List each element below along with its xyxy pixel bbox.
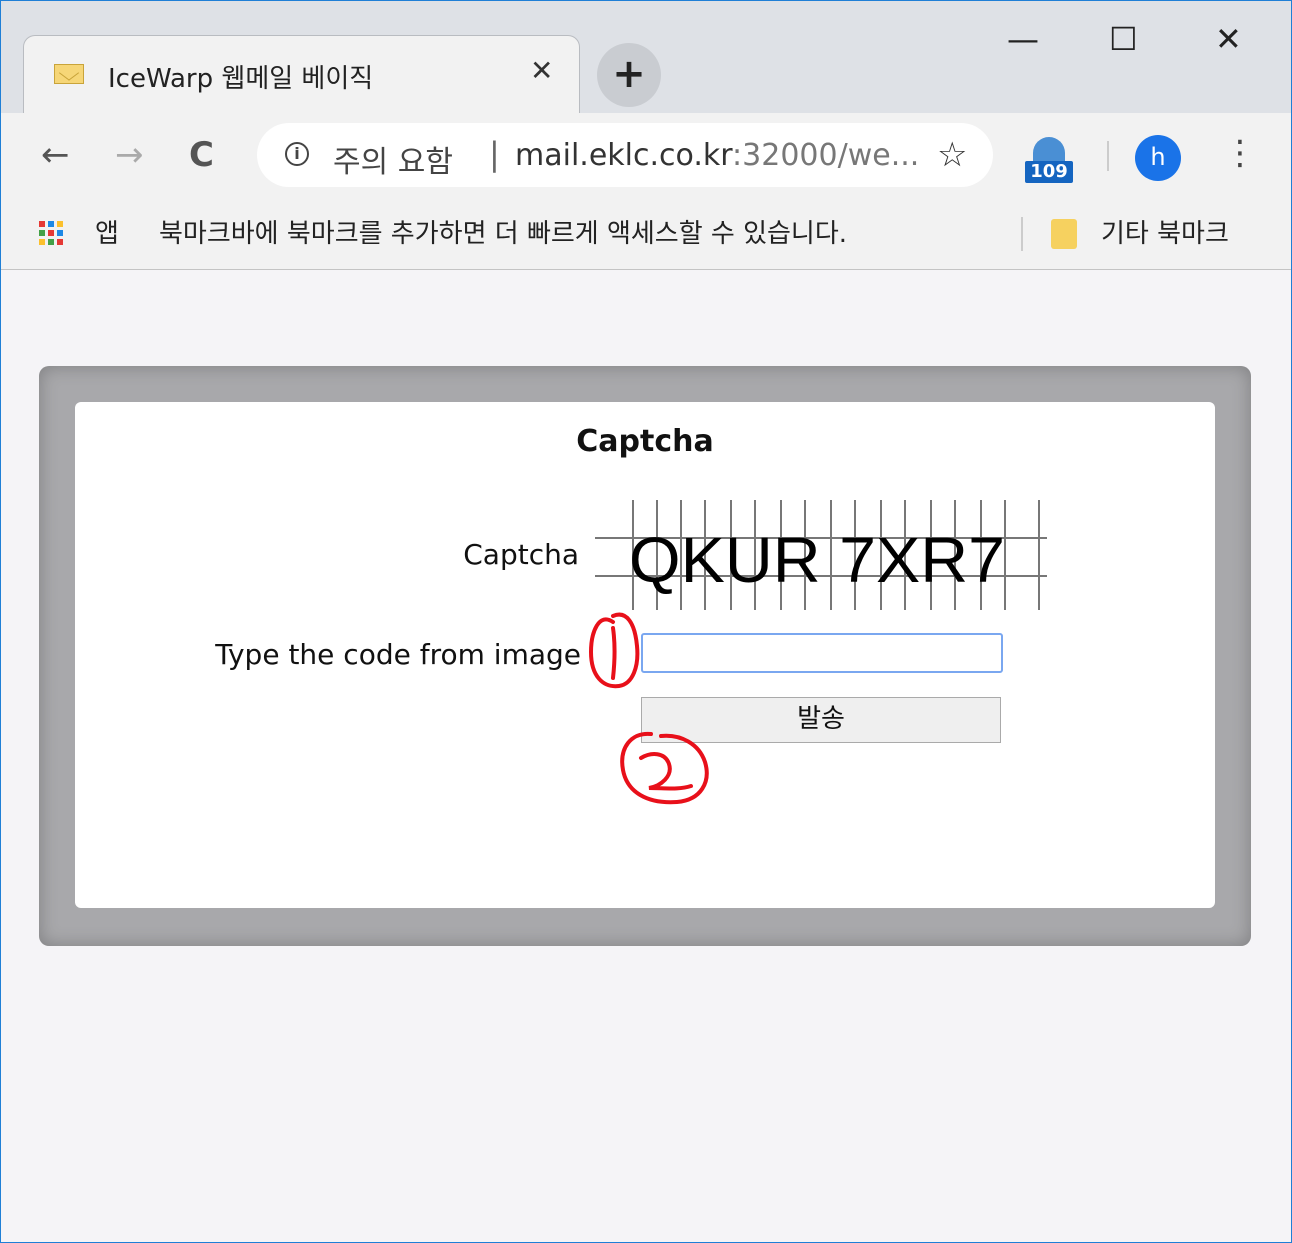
apps-shortcut[interactable]: 앱 — [95, 213, 119, 250]
close-window-icon[interactable]: ✕ — [1215, 19, 1242, 59]
folder-icon — [1051, 219, 1077, 249]
address-bar[interactable]: i 주의 요함 | mail.eklc.co.kr:32000/we... ☆ — [257, 123, 993, 187]
toolbar-divider — [1107, 141, 1109, 171]
url-text[interactable]: mail.eklc.co.kr:32000/we... — [515, 138, 919, 173]
captcha-card: Captcha Captcha QKUR 7XR7 Type the code … — [75, 402, 1215, 908]
reload-icon[interactable]: C — [189, 133, 214, 177]
other-bookmarks[interactable]: 기타 북마크 — [1101, 213, 1229, 250]
active-tab[interactable]: IceWarp 웹메일 베이직 ✕ — [23, 35, 580, 116]
maximize-icon[interactable]: ☐ — [1109, 19, 1138, 59]
title-bar: IceWarp 웹메일 베이직 ✕ + — ☐ ✕ — [1, 1, 1291, 116]
apps-grid-icon[interactable] — [39, 221, 63, 245]
tab-title: IceWarp 웹메일 베이직 — [108, 64, 374, 94]
browser-toolbar: ← → C i 주의 요함 | mail.eklc.co.kr:32000/we… — [1, 113, 1291, 201]
send-button[interactable]: 발송 — [641, 697, 1001, 743]
captcha-code: QKUR 7XR7 — [629, 524, 1005, 596]
envelope-icon — [54, 64, 84, 84]
captcha-frame: Captcha Captcha QKUR 7XR7 Type the code … — [39, 366, 1251, 946]
tab-close-icon[interactable]: ✕ — [530, 56, 553, 86]
bookmarks-bar: 앱 북마크바에 북마크를 추가하면 더 빠르게 액세스할 수 있습니다. 기타 … — [1, 201, 1291, 270]
back-icon[interactable]: ← — [41, 133, 70, 177]
security-warning[interactable]: 주의 요함 — [333, 137, 453, 181]
captcha-image: QKUR 7XR7 — [595, 500, 1047, 610]
extension-icon[interactable]: 109 — [1023, 131, 1079, 187]
minimize-icon[interactable]: — — [1007, 19, 1039, 59]
profile-avatar[interactable]: h — [1135, 135, 1181, 181]
info-icon[interactable]: i — [285, 142, 309, 166]
extension-badge: 109 — [1025, 161, 1073, 183]
captcha-label: Captcha — [463, 538, 579, 571]
menu-icon[interactable]: ⋮ — [1223, 131, 1257, 175]
omnibox-separator: | — [489, 135, 500, 173]
bookmarks-hint: 북마크바에 북마크를 추가하면 더 빠르게 액세스할 수 있습니다. — [159, 219, 848, 249]
bookmarks-divider — [1021, 217, 1023, 251]
captcha-code-input[interactable] — [641, 633, 1003, 673]
code-input-label: Type the code from image — [215, 638, 581, 671]
url-rest: :32000/we... — [732, 138, 920, 173]
bookmark-star-icon[interactable]: ☆ — [937, 135, 967, 175]
forward-icon[interactable]: → — [115, 133, 144, 177]
page-title: Captcha — [576, 424, 714, 459]
browser-window: IceWarp 웹메일 베이직 ✕ + — ☐ ✕ ← → C i 주의 요함 … — [0, 0, 1292, 1243]
page-content: Captcha Captcha QKUR 7XR7 Type the code … — [1, 270, 1291, 1242]
url-host: mail.eklc.co.kr — [515, 138, 733, 173]
new-tab-button[interactable]: + — [597, 43, 661, 107]
